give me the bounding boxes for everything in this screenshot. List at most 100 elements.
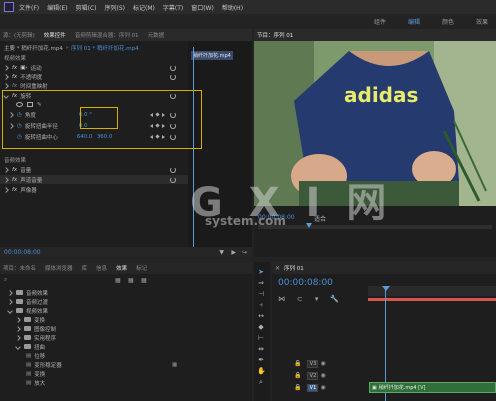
chevron-down-icon[interactable] <box>3 92 9 99</box>
reset-icon[interactable] <box>170 133 176 140</box>
eye-icon[interactable]: ◉ <box>320 372 325 379</box>
tab-media-browser[interactable]: 媒体浏览器 <box>45 264 73 272</box>
play-only-audio-icon[interactable]: ▶ <box>231 249 236 256</box>
slide-tool-icon[interactable]: ⇹ <box>257 345 265 353</box>
lock-icon[interactable]: 🔒 <box>294 372 301 379</box>
chevron-right-icon[interactable] <box>3 176 9 183</box>
rolling-edit-tool-icon[interactable]: ⫞ <box>257 301 265 309</box>
reset-icon[interactable] <box>170 166 176 173</box>
center-x-value[interactable]: 640.0 <box>77 134 97 140</box>
tab-effect-controls[interactable]: 效果控件 <box>44 31 66 39</box>
snap-icon[interactable]: ⋈ <box>278 295 285 303</box>
chevron-right-icon[interactable] <box>3 82 9 89</box>
tree-item-warp-stabilizer[interactable]: ▤ 变形稳定器 ▦ <box>26 360 177 369</box>
chevron-right-icon[interactable] <box>3 166 9 173</box>
hand-tool-icon[interactable]: ✋ <box>257 367 266 375</box>
reset-icon[interactable] <box>170 122 176 129</box>
32bit-effects-icon[interactable]: ▦ <box>128 277 134 284</box>
stopwatch-icon[interactable]: ◷ <box>17 123 22 129</box>
yuv-effects-icon[interactable]: ▦ <box>141 277 147 284</box>
chevron-right-icon[interactable] <box>8 122 14 129</box>
export-icon[interactable]: ↪ <box>242 249 247 256</box>
add-marker-icon[interactable]: ▾ <box>315 295 319 303</box>
program-monitor-title[interactable]: 节目：序列 01 <box>257 31 293 39</box>
menu-marker[interactable]: 标记(M) <box>133 3 155 12</box>
add-keyframe-icon[interactable] <box>155 123 160 128</box>
rectangle-mask-icon[interactable] <box>27 102 33 107</box>
tree-item-video-effects[interactable]: 视频效果 <box>4 306 48 315</box>
filter-icon[interactable]: ▼ <box>219 249 224 256</box>
chevron-right-icon[interactable] <box>3 64 9 71</box>
chevron-right-icon[interactable] <box>3 73 9 80</box>
reset-icon[interactable] <box>170 73 176 80</box>
pen-mask-icon[interactable]: ✎ <box>37 102 42 108</box>
tree-item-audio-effects[interactable]: 音频效果 <box>4 288 48 297</box>
workspace-editing[interactable]: 编辑 <box>408 17 420 26</box>
timeline-sequence-tab[interactable]: 序列 01 <box>284 264 304 272</box>
effect-panner-row[interactable]: fx 声像器 <box>0 185 188 194</box>
menu-file[interactable]: 文件(F) <box>19 3 39 12</box>
effect-opacity-row[interactable]: fx 不透明度 <box>0 72 188 81</box>
tab-audio-clip-mixer[interactable]: 音频剪辑混合器：序列 01 <box>75 31 139 39</box>
fx-icon[interactable]: fx <box>12 93 17 99</box>
sequence-clip-label[interactable]: 序列 01 * 稍纤扦加花.mp4 <box>71 44 139 52</box>
master-clip-label[interactable]: 主要 * 稍纤扦加花.mp4 <box>4 44 63 52</box>
ellipse-mask-icon[interactable] <box>16 102 23 107</box>
razor-tool-icon[interactable]: ◆ <box>257 323 265 331</box>
tab-metadata[interactable]: 元数据 <box>148 31 165 39</box>
tab-effects[interactable]: 效果 <box>116 264 127 272</box>
linked-selection-icon[interactable]: ⊂ <box>297 295 303 303</box>
reset-icon[interactable] <box>170 64 176 71</box>
effect-time-remap-row[interactable]: fx 时间重映射 <box>0 81 188 90</box>
tab-source[interactable]: 源：(无剪辑) <box>3 31 35 39</box>
effect-controls-timecode[interactable]: 00:00:08:00 <box>4 249 41 256</box>
next-keyframe-icon[interactable] <box>162 112 165 117</box>
add-keyframe-icon[interactable] <box>155 134 160 139</box>
effect-channel-volume-row[interactable]: fx 声道音量 <box>0 175 188 184</box>
eye-icon[interactable]: ◉ <box>320 360 325 367</box>
stopwatch-icon[interactable]: ◷ <box>17 134 22 140</box>
menu-edit[interactable]: 编辑(E) <box>47 3 67 12</box>
prev-keyframe-icon[interactable] <box>150 112 153 117</box>
track-v2-label[interactable]: V2 <box>307 371 319 380</box>
ripple-edit-tool-icon[interactable]: ⊣ <box>257 290 265 298</box>
workspace-color[interactable]: 颜色 <box>442 17 454 26</box>
chevron-right-icon[interactable] <box>8 111 14 118</box>
tree-item-audio-transitions[interactable]: 音频过渡 <box>4 297 48 306</box>
settings-icon[interactable]: 🔧 <box>330 295 339 303</box>
zoom-tool-icon[interactable]: ⌕ <box>257 378 265 386</box>
fx-icon[interactable]: fx <box>12 167 17 173</box>
tab-libraries[interactable]: 库 <box>82 264 88 272</box>
close-icon[interactable]: ✕ <box>275 265 280 272</box>
effect-swirl-row[interactable]: fx 旋转 <box>0 91 188 100</box>
tree-item-distort[interactable]: 扭曲 <box>12 342 45 351</box>
selection-tool-icon[interactable]: ➤ <box>257 268 265 276</box>
track-v3-label[interactable]: V3 <box>307 359 319 368</box>
track-select-tool-icon[interactable]: ⇒ <box>257 279 265 287</box>
tree-item-offset[interactable]: ▤ 位移 <box>26 351 45 360</box>
fx-icon[interactable]: fx <box>12 74 17 80</box>
reset-icon[interactable] <box>170 92 176 99</box>
effect-motion-row[interactable]: fx ▣› 运动 <box>0 63 188 72</box>
workspace-assembly[interactable]: 组件 <box>374 17 386 26</box>
menu-help[interactable]: 帮助(H) <box>222 3 243 12</box>
prev-keyframe-icon[interactable] <box>150 123 153 128</box>
pen-tool-icon[interactable]: ✒ <box>257 356 265 364</box>
next-keyframe-icon[interactable] <box>162 134 165 139</box>
reset-icon[interactable] <box>170 176 176 183</box>
chevron-right-icon[interactable] <box>3 186 9 193</box>
tree-item-transform[interactable]: 变换 <box>12 315 45 324</box>
fx-icon[interactable]: fx <box>12 187 17 193</box>
lock-icon[interactable]: 🔒 <box>294 384 301 391</box>
playhead-handle-icon[interactable] <box>382 286 390 291</box>
track-v1-label[interactable]: V1 <box>307 383 319 392</box>
next-keyframe-icon[interactable] <box>162 123 165 128</box>
workspace-effects[interactable]: 效果 <box>476 17 488 26</box>
prev-keyframe-icon[interactable] <box>150 134 153 139</box>
tab-project[interactable]: 项目：未命名 <box>3 264 36 272</box>
search-icon[interactable]: ⌕ <box>4 276 7 284</box>
reset-icon[interactable] <box>170 111 176 118</box>
menu-clip[interactable]: 剪辑(C) <box>76 3 97 12</box>
tree-item-image-control[interactable]: 图像控制 <box>12 324 56 333</box>
work-area-bar[interactable] <box>368 298 496 301</box>
